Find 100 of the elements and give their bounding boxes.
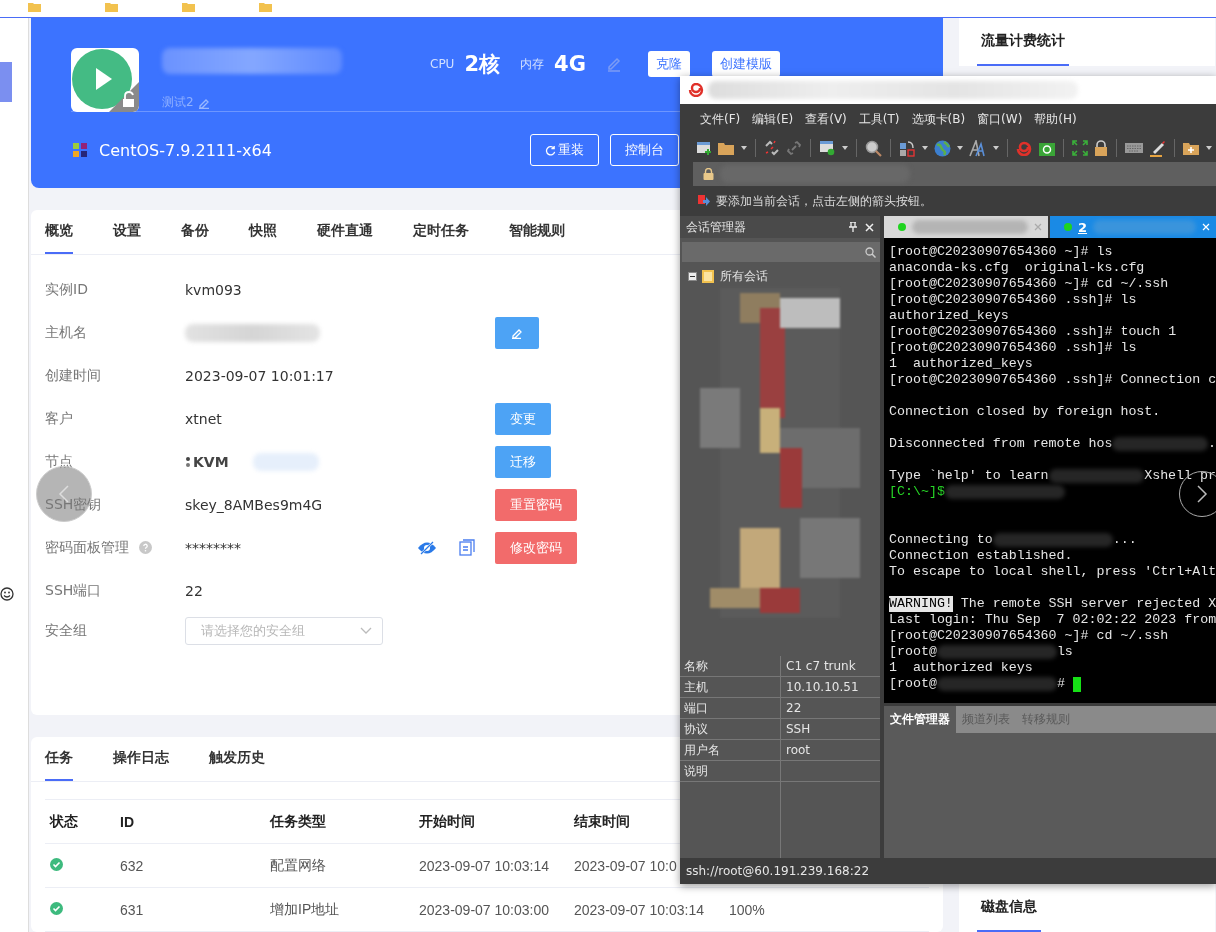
table-cell-text: 2023-09-07 10:03:14 bbox=[574, 901, 705, 918]
field-value: KVM bbox=[193, 453, 229, 470]
new-window-icon[interactable] bbox=[696, 140, 712, 156]
smiley-icon[interactable] bbox=[0, 587, 14, 601]
globe-icon[interactable] bbox=[934, 139, 951, 157]
property-value: 10.10.10.51 bbox=[786, 680, 859, 694]
spiral-logo-icon bbox=[688, 83, 704, 97]
folder-icon[interactable] bbox=[718, 141, 735, 155]
table-cell-text: 2023-09-07 10:03:14 bbox=[419, 857, 550, 874]
menu-item[interactable]: 选项卡(B) bbox=[911, 110, 966, 128]
header-button[interactable]: 克隆 bbox=[647, 51, 690, 77]
tab[interactable]: 操作日志 bbox=[113, 737, 169, 781]
memory-label: 内存 bbox=[520, 55, 545, 73]
eye-off-icon[interactable] bbox=[417, 539, 437, 556]
lock-icon[interactable] bbox=[1094, 140, 1108, 156]
highlighter-icon[interactable] bbox=[1149, 139, 1166, 157]
keyboard-icon[interactable] bbox=[1125, 142, 1143, 154]
tab[interactable]: 备份 bbox=[181, 210, 209, 254]
action-button[interactable]: 控制台 bbox=[610, 134, 679, 166]
menu-item[interactable]: 窗口(W) bbox=[977, 110, 1023, 128]
property-name: 用户名 bbox=[680, 740, 781, 760]
terminal-text: Connecting to bbox=[889, 532, 993, 548]
hint-text: 要添加当前会话，点击左侧的箭头按钮。 bbox=[716, 192, 932, 210]
terminal[interactable] bbox=[884, 238, 1216, 703]
add-session-icon[interactable] bbox=[698, 194, 710, 208]
terminal-text: [root@C20230907654360 .ssh]# ls bbox=[889, 292, 1137, 308]
terminal-text: [root@ bbox=[889, 676, 937, 692]
spiral-icon[interactable] bbox=[1016, 140, 1033, 156]
pin-icon[interactable] bbox=[849, 222, 857, 232]
field-label: 实例ID bbox=[45, 280, 88, 299]
terminal-text: Disconnected from remote hos bbox=[889, 436, 1113, 452]
broken-link-icon[interactable] bbox=[764, 140, 780, 156]
tab[interactable]: 任务 bbox=[45, 737, 73, 781]
menu-item[interactable]: 编辑(E) bbox=[752, 110, 794, 128]
caret-icon[interactable] bbox=[842, 146, 848, 150]
card-title: 流量计费统计 bbox=[977, 18, 1069, 66]
caret-icon[interactable] bbox=[922, 146, 928, 150]
warning-label: WARNING! bbox=[889, 596, 953, 612]
terminal-text: ls bbox=[1056, 644, 1073, 660]
tree-item[interactable]: 所有会话 bbox=[720, 268, 768, 285]
link-icon[interactable] bbox=[786, 140, 802, 156]
header-button[interactable]: 创建模版 bbox=[711, 51, 780, 77]
field-value: kvm093 bbox=[185, 281, 242, 298]
copy-icon[interactable] bbox=[459, 539, 475, 556]
tab[interactable]: 触发历史 bbox=[209, 737, 265, 781]
caret-icon[interactable] bbox=[993, 146, 999, 150]
caret-icon[interactable] bbox=[1206, 146, 1212, 150]
panel-title: 会话管理器 bbox=[686, 218, 747, 236]
property-value: SSH bbox=[786, 722, 811, 736]
settings-icon[interactable] bbox=[819, 140, 836, 156]
edit-button[interactable] bbox=[495, 316, 539, 349]
terminal-text: ... bbox=[1112, 532, 1137, 548]
chevron-down-icon bbox=[360, 626, 372, 635]
terminal-text: [root@C20230907654360 ~]# cd ~/.ssh bbox=[889, 276, 1169, 292]
menu-item[interactable]: 工具(T) bbox=[858, 110, 900, 128]
tab[interactable]: 概览 bbox=[45, 210, 73, 254]
tab[interactable]: 定时任务 bbox=[413, 210, 469, 254]
font-icon[interactable] bbox=[969, 139, 987, 157]
table-cell-text: 2023-09-07 10:03:00 bbox=[419, 901, 550, 918]
menu-item[interactable]: 帮助(H) bbox=[1034, 110, 1077, 128]
cpu-label: CPU bbox=[430, 57, 455, 71]
terminal-text: anaconda-ks.cfg original-ks.cfg bbox=[889, 260, 1145, 276]
search-field[interactable] bbox=[682, 242, 880, 262]
status-text: ssh://root@60.191.239.168:22 bbox=[686, 864, 870, 878]
search-icon[interactable] bbox=[865, 139, 882, 157]
column-header: 状态 bbox=[50, 812, 79, 831]
caret-icon[interactable] bbox=[957, 146, 963, 150]
terminal-text: The remote SSH server rejected X bbox=[959, 596, 1216, 612]
fullscreen-icon[interactable] bbox=[1072, 140, 1088, 156]
property-name: 名称 bbox=[680, 656, 781, 676]
field-value: 22 bbox=[185, 582, 203, 599]
property-name: 端口 bbox=[680, 698, 781, 718]
terminal-text: [C:\~]$ bbox=[889, 484, 945, 500]
app-icon[interactable] bbox=[1039, 140, 1055, 156]
terminal-text: Connection established. bbox=[889, 548, 1073, 564]
collapse-icon[interactable] bbox=[688, 272, 697, 281]
address-field[interactable] bbox=[693, 162, 1216, 186]
tab[interactable]: 文件管理器 bbox=[884, 706, 956, 733]
node-icon bbox=[185, 455, 191, 468]
transfer-icon[interactable] bbox=[899, 139, 916, 157]
menu-item[interactable]: 文件(F) bbox=[700, 110, 741, 128]
caret-icon[interactable] bbox=[741, 146, 747, 150]
property-name: 协议 bbox=[680, 719, 781, 739]
new-folder-icon[interactable] bbox=[1183, 141, 1200, 155]
tab[interactable]: 硬件直通 bbox=[317, 210, 373, 254]
terminal-text: [root@C20230907654360 .ssh]# touch 1 bbox=[889, 324, 1177, 340]
property-value: 22 bbox=[786, 701, 802, 715]
os-name: CentOS-7.9.2111-x64 bbox=[99, 140, 272, 160]
menu-item[interactable]: 查看(V) bbox=[805, 110, 847, 128]
field-value: xtnet bbox=[185, 410, 222, 427]
tab[interactable]: 智能规则 bbox=[509, 210, 565, 254]
terminal-text: 1 authorized keys bbox=[889, 660, 1033, 676]
session-tab[interactable]: 2 bbox=[1050, 216, 1216, 238]
tab[interactable]: 快照 bbox=[249, 210, 277, 254]
terminal-text: Xshell pr bbox=[1144, 468, 1216, 484]
terminal-text: # bbox=[1056, 676, 1066, 692]
tab[interactable]: 设置 bbox=[113, 210, 141, 254]
action-button[interactable]: 重装 bbox=[530, 134, 599, 166]
field-value: 2023-09-07 10:01:17 bbox=[185, 367, 334, 384]
column-header: ID bbox=[120, 813, 135, 830]
